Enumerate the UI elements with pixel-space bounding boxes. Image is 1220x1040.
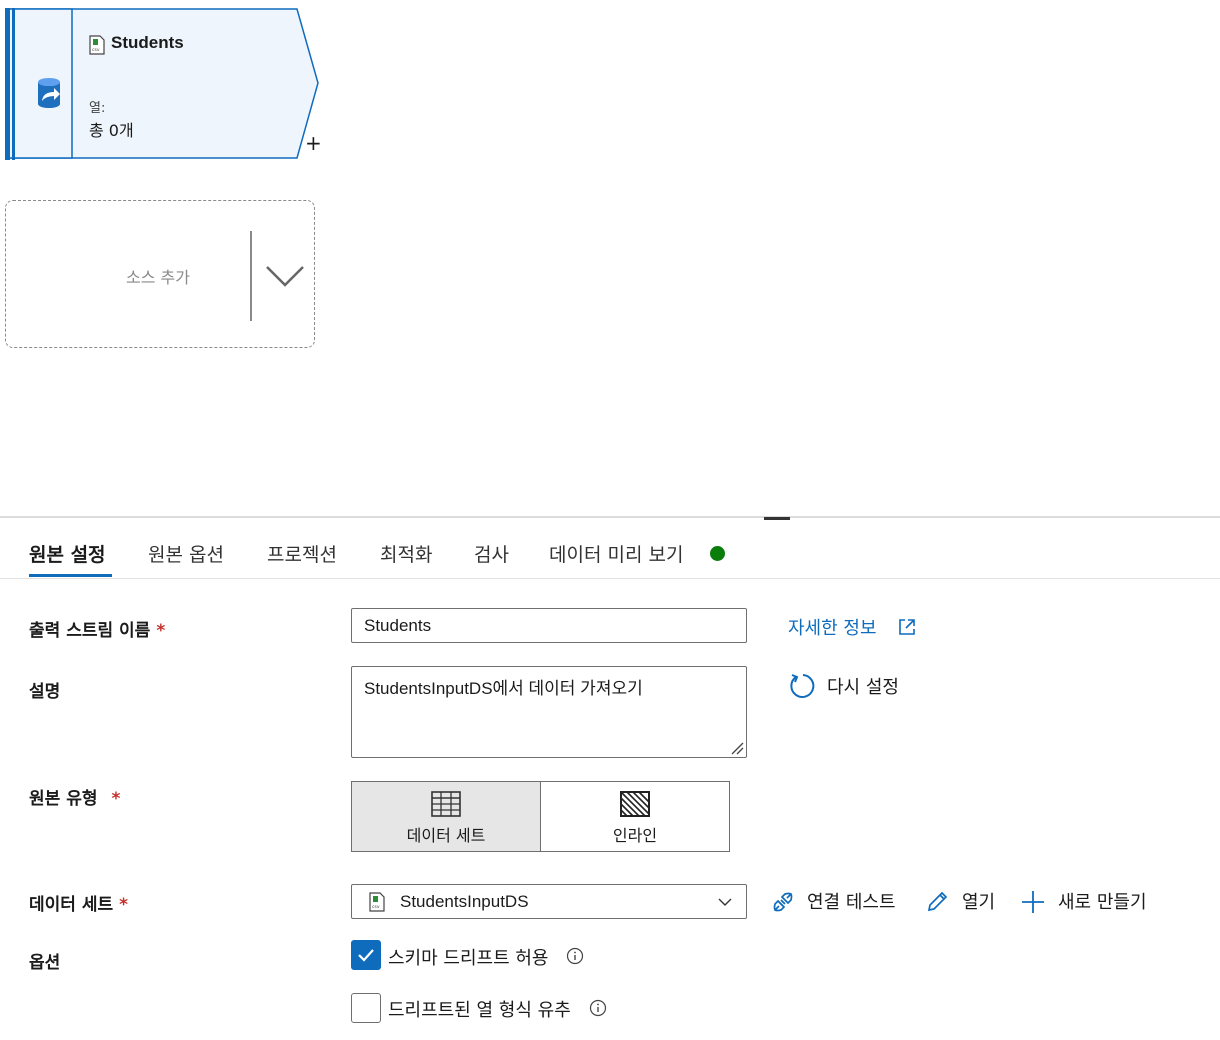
plug-connection-icon <box>773 892 793 912</box>
active-tab-indicator <box>29 574 112 577</box>
new-dataset-button[interactable]: 새로 만들기 <box>1020 888 1160 914</box>
source-node-title: Students <box>111 33 184 52</box>
infer-drifted-types-label: 드리프트된 열 형식 유추 <box>388 1000 571 1021</box>
checkmark-icon <box>358 949 374 962</box>
output-stream-label: 출력 스트림 이름 * <box>29 616 165 641</box>
infer-drifted-types-checkbox[interactable] <box>351 993 381 1023</box>
output-stream-input[interactable]: Students <box>351 608 747 643</box>
external-link-icon[interactable] <box>897 617 917 637</box>
source-type-label: 원본 유형 * <box>29 784 120 809</box>
svg-text:csv: csv <box>92 48 100 53</box>
plus-icon <box>1022 891 1044 913</box>
svg-text:csv: csv <box>372 905 380 910</box>
tab-projection[interactable]: 프로젝션 <box>267 540 337 567</box>
csv-file-icon: csv <box>369 892 385 912</box>
tab-optimize[interactable]: 최적화 <box>380 540 432 567</box>
test-connection-label: 연결 테스트 <box>807 892 896 913</box>
csv-file-icon: csv <box>89 35 105 55</box>
inline-hatch-icon <box>620 791 650 817</box>
tab-inspect[interactable]: 검사 <box>474 540 509 567</box>
required-marker: * <box>111 789 121 809</box>
tab-source-settings[interactable]: 원본 설정 <box>29 540 106 567</box>
table-grid-icon <box>431 791 461 817</box>
reset-label[interactable]: 다시 설정 <box>827 673 899 699</box>
required-marker: * <box>156 621 166 641</box>
allow-schema-drift-label: 스키마 드리프트 허용 <box>388 948 549 969</box>
dataset-select[interactable]: csv StudentsInputDS <box>351 884 747 919</box>
source-node-columns-value: 총 0개 <box>89 121 134 140</box>
splitter-handle[interactable] <box>764 517 790 520</box>
settings-tabs: 원본 설정 원본 옵션 프로젝션 최적화 검사 데이터 미리 보기 <box>0 528 1220 579</box>
status-dot-icon <box>710 546 725 561</box>
dataset-select-value: StudentsInputDS <box>400 892 529 911</box>
source-type-dataset-label: 데이터 세트 <box>406 826 486 845</box>
refresh-icon[interactable] <box>788 672 816 700</box>
tab-source-options[interactable]: 원본 옵션 <box>148 540 224 567</box>
new-dataset-label: 새로 만들기 <box>1058 892 1147 913</box>
description-label: 설명 <box>29 682 61 702</box>
test-connection-button[interactable]: 연결 테스트 <box>770 888 905 914</box>
source-node[interactable]: csv Students 열: 총 0개 + <box>5 8 322 160</box>
info-icon[interactable] <box>589 999 607 1017</box>
panel-splitter <box>0 516 1220 518</box>
resize-grip-icon[interactable] <box>730 741 744 755</box>
chevron-down-icon <box>718 898 732 906</box>
required-marker: * <box>119 895 129 915</box>
database-import-icon <box>38 78 60 108</box>
source-type-label-text: 원본 유형 <box>29 789 98 809</box>
pencil-icon <box>927 891 948 912</box>
dataset-label: 데이터 세트 * <box>29 890 128 915</box>
source-type-inline-button[interactable]: 인라인 <box>540 781 730 852</box>
open-dataset-label: 열기 <box>962 892 996 913</box>
output-stream-label-text: 출력 스트림 이름 <box>29 621 151 641</box>
add-source-divider <box>250 231 252 321</box>
dataset-label-text: 데이터 세트 <box>29 895 114 915</box>
source-type-dataset-button[interactable]: 데이터 세트 <box>351 781 541 852</box>
open-dataset-button[interactable]: 열기 <box>926 888 1001 914</box>
description-textarea[interactable]: StudentsInputDS에서 데이터 가져오기 <box>351 666 747 758</box>
options-label: 옵션 <box>29 953 61 973</box>
chevron-down-icon[interactable] <box>264 261 306 291</box>
source-type-inline-label: 인라인 <box>612 826 658 845</box>
allow-schema-drift-checkbox[interactable] <box>351 940 381 970</box>
add-transform-button[interactable]: + <box>305 133 322 153</box>
add-source-label: 소스 추가 <box>126 268 190 287</box>
info-icon[interactable] <box>566 947 584 965</box>
learn-more-link[interactable]: 자세한 정보 <box>788 614 877 640</box>
source-node-columns-label: 열: <box>89 101 106 116</box>
tab-data-preview[interactable]: 데이터 미리 보기 <box>549 540 683 567</box>
add-source-button[interactable]: 소스 추가 <box>5 200 315 348</box>
